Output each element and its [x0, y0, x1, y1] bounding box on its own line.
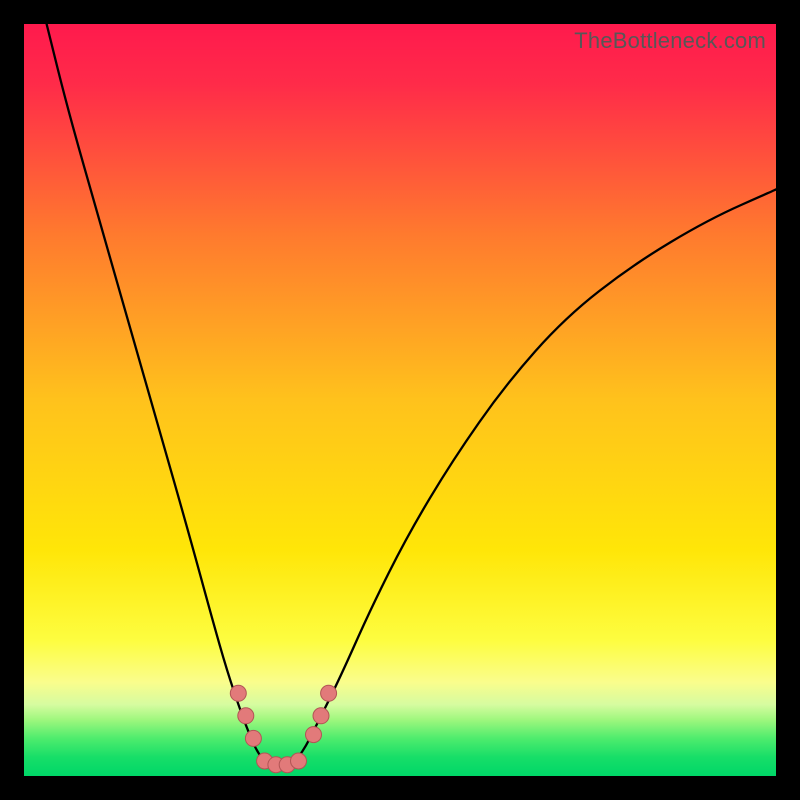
chart-svg [24, 24, 776, 776]
watermark-text: TheBottleneck.com [574, 28, 766, 54]
data-marker [306, 727, 322, 743]
data-marker [321, 685, 337, 701]
data-marker [245, 730, 261, 746]
data-marker [230, 685, 246, 701]
gradient-background [24, 24, 776, 776]
data-marker [313, 708, 329, 724]
chart-frame: TheBottleneck.com [24, 24, 776, 776]
data-marker [238, 708, 254, 724]
data-marker [291, 753, 307, 769]
